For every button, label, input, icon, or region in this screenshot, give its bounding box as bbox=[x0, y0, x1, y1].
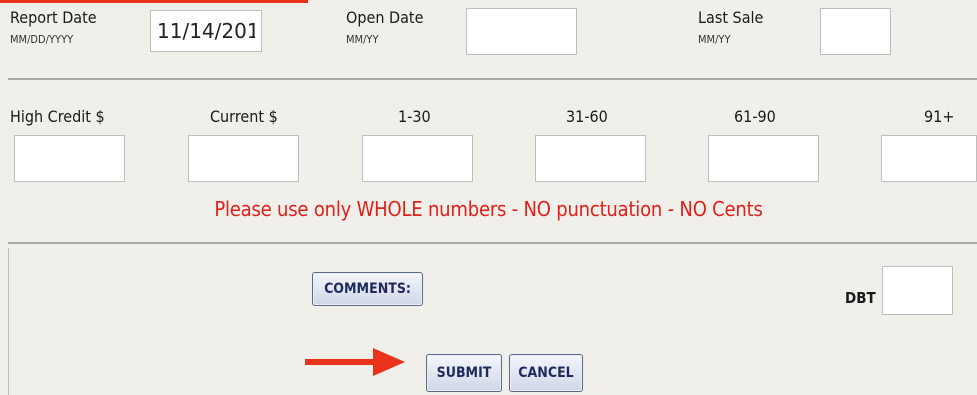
bucket-1-30-label: 1-30 bbox=[398, 107, 431, 126]
bucket-31-60-label: 31-60 bbox=[566, 107, 608, 126]
left-border bbox=[8, 248, 9, 395]
cancel-button-label: CANCEL bbox=[518, 365, 574, 381]
report-date-label: Report Date bbox=[10, 8, 97, 27]
open-date-format: MM/YY bbox=[346, 33, 379, 46]
top-accent-bar bbox=[0, 0, 308, 3]
credit-report-form: Report Date MM/DD/YYYY Open Date MM/YY L… bbox=[0, 0, 977, 395]
bucket-61-90-input[interactable] bbox=[708, 135, 819, 182]
dbt-label: DBT bbox=[845, 289, 876, 307]
arrow-right-icon bbox=[305, 348, 405, 376]
high-credit-input[interactable] bbox=[14, 135, 125, 182]
whole-numbers-warning: Please use only WHOLE numbers - NO punct… bbox=[214, 197, 763, 221]
report-date-input[interactable] bbox=[150, 10, 262, 52]
high-credit-label: High Credit $ bbox=[10, 107, 105, 126]
bucket-1-30-input[interactable] bbox=[362, 135, 473, 182]
dbt-input[interactable] bbox=[882, 266, 953, 315]
comments-button-label: COMMENTS: bbox=[324, 281, 411, 297]
divider-bottom bbox=[8, 242, 977, 244]
bucket-91-plus-label: 91+ bbox=[924, 107, 955, 126]
report-date-format: MM/DD/YYYY bbox=[10, 33, 74, 46]
last-sale-label: Last Sale bbox=[698, 8, 764, 27]
comments-button[interactable]: COMMENTS: bbox=[312, 272, 423, 306]
bucket-61-90-label: 61-90 bbox=[734, 107, 776, 126]
current-input[interactable] bbox=[188, 135, 299, 182]
current-label: Current $ bbox=[210, 107, 278, 126]
open-date-input[interactable] bbox=[466, 8, 577, 55]
divider-top bbox=[8, 78, 977, 80]
submit-button[interactable]: SUBMIT bbox=[426, 354, 502, 392]
open-date-label: Open Date bbox=[346, 8, 424, 27]
last-sale-input[interactable] bbox=[820, 8, 891, 55]
cancel-button[interactable]: CANCEL bbox=[509, 354, 583, 392]
bucket-31-60-input[interactable] bbox=[535, 135, 646, 182]
submit-button-label: SUBMIT bbox=[436, 365, 492, 381]
last-sale-format: MM/YY bbox=[698, 33, 731, 46]
bucket-91-plus-input[interactable] bbox=[881, 135, 977, 182]
